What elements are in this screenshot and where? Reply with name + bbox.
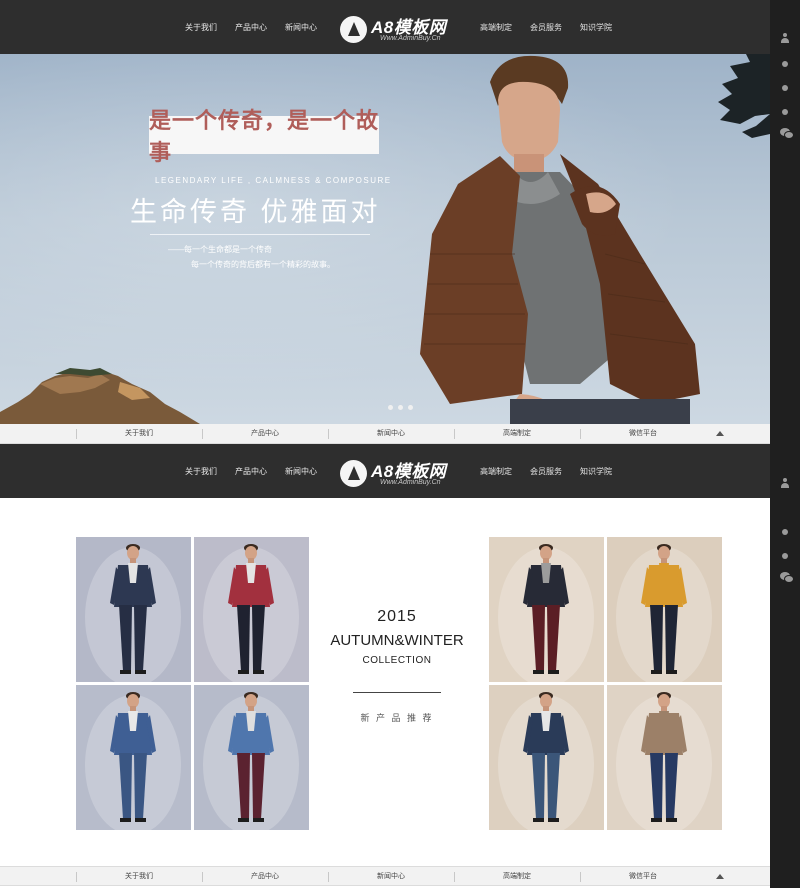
sub-nav-wechat[interactable]: 微信平台 <box>580 424 706 444</box>
hero-subtext-2: 每一个传奇的背后都有一个精彩的故事。 <box>191 260 335 269</box>
hero-subtext-1: ——每一个生命都是一个传奇 <box>168 245 272 254</box>
product-image <box>76 537 191 682</box>
nav-link-news[interactable]: 新闻中心 <box>285 466 317 477</box>
product-image <box>76 685 191 830</box>
site-logo[interactable]: A8模板网 Www.AdminBuy.Cn <box>340 13 464 47</box>
hero-divider <box>150 234 370 235</box>
site-header-sticky: 关于我们 产品中心 新闻中心 A8模板网 Www.AdminBuy.Cn 高端制… <box>0 444 770 498</box>
slider-dot[interactable] <box>408 405 413 410</box>
slider-dots <box>388 405 413 410</box>
hero-tagline-en: LEGENDARY LIFE , CALMNESS & COMPOSURE <box>155 176 392 185</box>
side-dot-icon[interactable] <box>779 82 791 94</box>
hero-banner[interactable]: 是一个传奇，是一个故事 LEGENDARY LIFE , CALMNESS & … <box>0 54 770 424</box>
nav-link-products[interactable]: 产品中心 <box>235 466 267 477</box>
user-icon[interactable] <box>779 477 791 489</box>
side-dot-icon[interactable] <box>779 58 791 70</box>
logo-url: Www.AdminBuy.Cn <box>380 35 441 42</box>
page: 关于我们 产品中心 新闻中心 A8模板网 Www.AdminBuy.Cn 高端制… <box>0 0 800 888</box>
collection-subtitle[interactable]: 新 产 品 推 荐 <box>322 711 472 724</box>
nav-link-academy[interactable]: 知识学院 <box>580 466 612 477</box>
nav-link-member[interactable]: 会员服务 <box>530 22 562 33</box>
sub-nav-bar: 关于我们 产品中心 新闻中心 高端制定 微信平台 <box>0 424 770 444</box>
wechat-icon[interactable] <box>779 126 794 139</box>
hero-tagline-cn: 生命传奇 优雅面对 <box>130 197 381 227</box>
product-image <box>194 685 309 830</box>
sub-nav-products[interactable]: 产品中心 <box>202 424 328 444</box>
side-dot-icon[interactable] <box>779 550 791 562</box>
sub-nav-about[interactable]: 关于我们 <box>76 867 202 887</box>
side-toolbar <box>770 0 800 888</box>
collection-year: 2015 <box>377 608 417 625</box>
logo-mark-icon <box>340 16 367 43</box>
nav-link-custom[interactable]: 高端制定 <box>480 22 512 33</box>
hero-headline: 是一个传奇，是一个故事 <box>149 108 380 165</box>
nav-link-about[interactable]: 关于我们 <box>185 466 217 477</box>
collection-divider <box>353 692 441 693</box>
rock-cliff-image <box>0 368 200 424</box>
nav-link-about[interactable]: 关于我们 <box>185 22 217 33</box>
hero-model-image <box>420 55 700 424</box>
product-image <box>607 685 722 830</box>
sub-nav-products[interactable]: 产品中心 <box>202 867 328 887</box>
product-tile-navy-suit[interactable] <box>76 537 191 682</box>
nav-right: 高端制定 会员服务 知识学院 <box>471 444 621 498</box>
hero-headline-box: 是一个传奇，是一个故事 <box>149 108 379 165</box>
sub-nav-custom[interactable]: 高端制定 <box>454 424 580 444</box>
nav-link-member[interactable]: 会员服务 <box>530 466 562 477</box>
product-tile-blue-blazer[interactable] <box>194 685 309 830</box>
product-tile-blue-suit[interactable] <box>76 685 191 830</box>
product-tile-beige-sweater[interactable] <box>607 685 722 830</box>
site-logo[interactable]: A8模板网 Www.AdminBuy.Cn <box>340 457 464 491</box>
product-image <box>489 685 604 830</box>
product-tile-check-shirt[interactable] <box>489 685 604 830</box>
site-header: 关于我们 产品中心 新闻中心 A8模板网 Www.AdminBuy.Cn 高端制… <box>0 0 770 54</box>
scroll-top-arrow-icon[interactable] <box>716 431 724 436</box>
sub-nav-about[interactable]: 关于我们 <box>76 424 202 444</box>
logo-url: Www.AdminBuy.Cn <box>380 479 441 486</box>
logo-mark-icon <box>340 460 367 487</box>
product-tile-mustard-sweater[interactable] <box>607 537 722 682</box>
nav-left: 关于我们 产品中心 新闻中心 <box>176 0 326 54</box>
product-tile-red-blazer[interactable] <box>194 537 309 682</box>
slider-dot[interactable] <box>398 405 403 410</box>
nav-right: 高端制定 会员服务 知识学院 <box>471 0 621 54</box>
nav-link-academy[interactable]: 知识学院 <box>580 22 612 33</box>
side-dot-icon[interactable] <box>779 106 791 118</box>
product-tile-bomber-jacket[interactable] <box>489 537 604 682</box>
collection-season: AUTUMN&WINTER <box>330 632 464 649</box>
nav-link-products[interactable]: 产品中心 <box>235 22 267 33</box>
product-showcase: 2015 AUTUMN&WINTER COLLECTION 新 产 品 推 荐 <box>0 498 770 864</box>
sub-nav-news[interactable]: 新闻中心 <box>328 867 454 887</box>
sub-nav-bar-bottom: 关于我们 产品中心 新闻中心 高端制定 微信平台 <box>0 866 770 886</box>
product-image <box>607 537 722 682</box>
product-image <box>489 537 604 682</box>
nav-left: 关于我们 产品中心 新闻中心 <box>176 444 326 498</box>
sub-nav-news[interactable]: 新闻中心 <box>328 424 454 444</box>
side-dot-icon[interactable] <box>779 526 791 538</box>
product-image <box>194 537 309 682</box>
user-icon[interactable] <box>779 32 791 44</box>
collection-label: COLLECTION <box>362 655 432 666</box>
wechat-icon[interactable] <box>779 570 794 583</box>
nav-link-news[interactable]: 新闻中心 <box>285 22 317 33</box>
nav-link-custom[interactable]: 高端制定 <box>480 466 512 477</box>
collection-block: 2015 AUTUMN&WINTER COLLECTION 新 产 品 推 荐 <box>322 608 472 724</box>
slider-dot[interactable] <box>388 405 393 410</box>
scroll-top-arrow-icon[interactable] <box>716 874 724 879</box>
sub-nav-custom[interactable]: 高端制定 <box>454 867 580 887</box>
sub-nav-wechat[interactable]: 微信平台 <box>580 867 706 887</box>
